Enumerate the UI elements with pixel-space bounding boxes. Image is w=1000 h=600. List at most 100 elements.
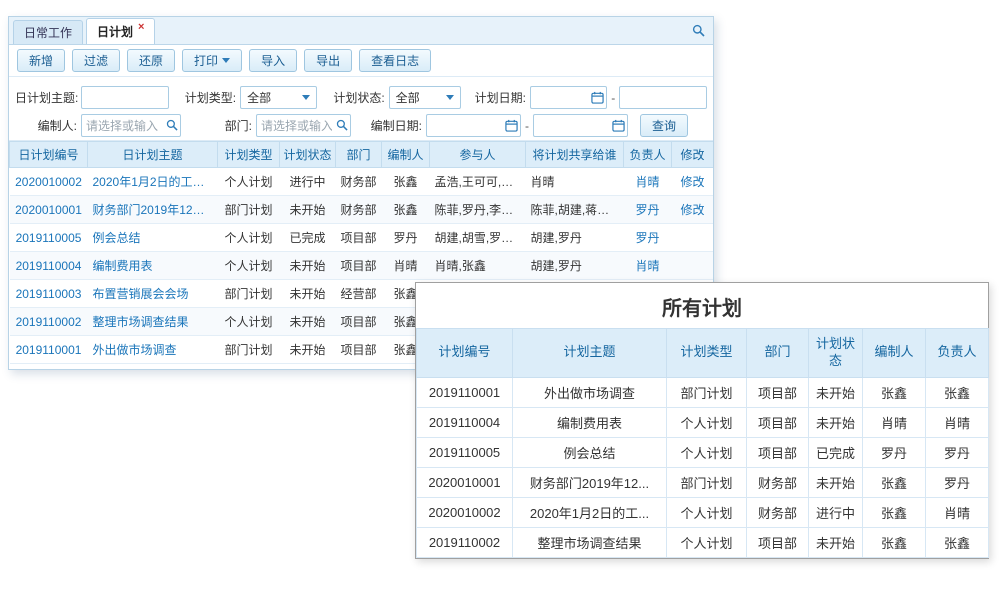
table-cell[interactable]: 2019110004 (10, 252, 88, 280)
button-label: 导出 (316, 52, 340, 69)
status-label: 计划状态: (333, 89, 384, 106)
table-cell[interactable]: 2020010002 (10, 168, 88, 196)
print-button[interactable]: 打印 (182, 49, 242, 72)
table-cell: 2020年1月2日的工... (513, 497, 667, 527)
column-header[interactable]: 计划状态 (280, 142, 336, 168)
table-cell: 部门计划 (218, 336, 280, 364)
table-cell[interactable]: 肖晴 (624, 168, 672, 196)
table-cell[interactable]: 2019110005 (10, 224, 88, 252)
table-cell: 财务部 (336, 196, 382, 224)
button-label: 查看日志 (371, 52, 419, 69)
table-cell[interactable]: 编制费用表 (88, 252, 218, 280)
column-header[interactable]: 部门 (336, 142, 382, 168)
table-row[interactable]: 2019110005例会总结个人计划已完成项目部罗丹胡建,胡雪,罗丹,任晓...… (10, 224, 714, 252)
column-header[interactable]: 负责人 (624, 142, 672, 168)
status-select[interactable]: 全部 (389, 86, 461, 109)
close-icon[interactable]: × (138, 22, 144, 33)
table-cell: 肖晴 (526, 168, 624, 196)
column-header[interactable]: 将计划共享给谁 (526, 142, 624, 168)
tab-bar: 日常工作 日计划 × (9, 17, 713, 45)
import-button[interactable]: 导入 (249, 49, 297, 72)
search-icon[interactable] (336, 119, 348, 134)
table-cell: 经营部 (336, 280, 382, 308)
table-cell: 项目部 (747, 437, 809, 467)
table-cell: 2019110002 (417, 527, 513, 557)
column-header[interactable]: 编制人 (382, 142, 430, 168)
all-plans-panel: 所有计划 计划编号计划主题计划类型部门计划状态编制人负责人 2019110001… (415, 282, 989, 559)
column-header: 计划编号 (417, 329, 513, 378)
column-header: 部门 (747, 329, 809, 378)
column-header: 负责人 (926, 329, 989, 378)
table-row[interactable]: 2020010001财务部门2019年12月的...部门计划未开始财务部张鑫陈菲… (10, 196, 714, 224)
table-cell: 财务部 (747, 467, 809, 497)
table-cell[interactable]: 整理市场调查结果 (88, 308, 218, 336)
table-cell: 陈菲,胡建,蒋德帆,... (526, 196, 624, 224)
restore-button[interactable]: 还原 (127, 49, 175, 72)
table-cell: 未开始 (280, 308, 336, 336)
column-header[interactable]: 修改 (672, 142, 714, 168)
column-header[interactable]: 日计划主题 (88, 142, 218, 168)
table-cell[interactable]: 肖晴 (624, 252, 672, 280)
query-button[interactable]: 查询 (640, 114, 688, 137)
table-cell: 张鑫 (863, 527, 926, 557)
table-cell[interactable]: 布置营销展会会场 (88, 280, 218, 308)
table-cell: 张鑫 (926, 527, 989, 557)
tab-label: 日计划 (97, 23, 133, 40)
table-cell: 未开始 (280, 196, 336, 224)
export-button[interactable]: 导出 (304, 49, 352, 72)
table-cell: 个人计划 (218, 224, 280, 252)
calendar-icon[interactable] (505, 119, 518, 135)
table-cell: 肖晴 (926, 497, 989, 527)
department-label: 部门: (197, 117, 252, 134)
table-row: 2019110004编制费用表个人计划项目部未开始肖晴肖晴 (417, 407, 989, 437)
view-log-button[interactable]: 查看日志 (359, 49, 431, 72)
calendar-icon[interactable] (612, 119, 625, 135)
table-cell[interactable]: 财务部门2019年12月的... (88, 196, 218, 224)
table-cell[interactable]: 2019110002 (10, 308, 88, 336)
plan-date-to-input[interactable] (619, 86, 707, 109)
table-cell[interactable]: 外出做市场调查 (88, 336, 218, 364)
table-cell[interactable]: 2019110001 (10, 336, 88, 364)
table-cell: 2019110005 (417, 437, 513, 467)
date-range-separator: - (611, 91, 615, 105)
tab-daily-work[interactable]: 日常工作 (13, 20, 83, 44)
table-cell[interactable]: 修改 (672, 196, 714, 224)
type-select[interactable]: 全部 (240, 86, 317, 109)
table-cell: 肖晴,张鑫 (430, 252, 526, 280)
tab-daily-plan[interactable]: 日计划 × (86, 18, 155, 44)
table-cell[interactable]: 罗丹 (624, 196, 672, 224)
column-header[interactable]: 日计划编号 (10, 142, 88, 168)
table-cell: 项目部 (747, 527, 809, 557)
table-cell[interactable]: 2020010001 (10, 196, 88, 224)
table-cell[interactable]: 2020年1月2日的工作日... (88, 168, 218, 196)
dropdown-arrow-icon (222, 58, 230, 63)
table-cell[interactable]: 修改 (672, 168, 714, 196)
subject-input[interactable] (81, 86, 169, 109)
table-row[interactable]: 20200100022020年1月2日的工作日...个人计划进行中财务部张鑫孟浩… (10, 168, 714, 196)
table-cell: 胡建,罗丹 (526, 252, 624, 280)
select-value: 全部 (247, 89, 271, 106)
column-header: 计划主题 (513, 329, 667, 378)
button-label: 查询 (652, 117, 676, 134)
table-cell[interactable]: 罗丹 (624, 224, 672, 252)
filter-button[interactable]: 过滤 (72, 49, 120, 72)
calendar-icon[interactable] (591, 91, 604, 107)
column-header[interactable]: 计划类型 (218, 142, 280, 168)
table-cell: 未开始 (809, 527, 863, 557)
column-header: 计划类型 (667, 329, 747, 378)
add-button[interactable]: 新增 (17, 49, 65, 72)
table-cell[interactable]: 2019110003 (10, 280, 88, 308)
column-header[interactable]: 参与人 (430, 142, 526, 168)
plan-date-label: 计划日期: (475, 89, 526, 106)
table-cell: 个人计划 (667, 497, 747, 527)
table-cell: 部门计划 (218, 280, 280, 308)
table-cell: 孟浩,王可可,肖晴,张鑫 (430, 168, 526, 196)
table-cell[interactable]: 例会总结 (88, 224, 218, 252)
table-cell: 未开始 (280, 252, 336, 280)
table-cell: 进行中 (809, 497, 863, 527)
search-icon[interactable] (692, 24, 705, 40)
button-label: 过滤 (84, 52, 108, 69)
search-icon[interactable] (166, 119, 178, 134)
filter-panel: 日计划主题: 计划类型: 全部 计划状态: 全部 计划日期: - 编制人: (9, 77, 713, 141)
table-row[interactable]: 2019110004编制费用表个人计划未开始项目部肖晴肖晴,张鑫胡建,罗丹肖晴 (10, 252, 714, 280)
